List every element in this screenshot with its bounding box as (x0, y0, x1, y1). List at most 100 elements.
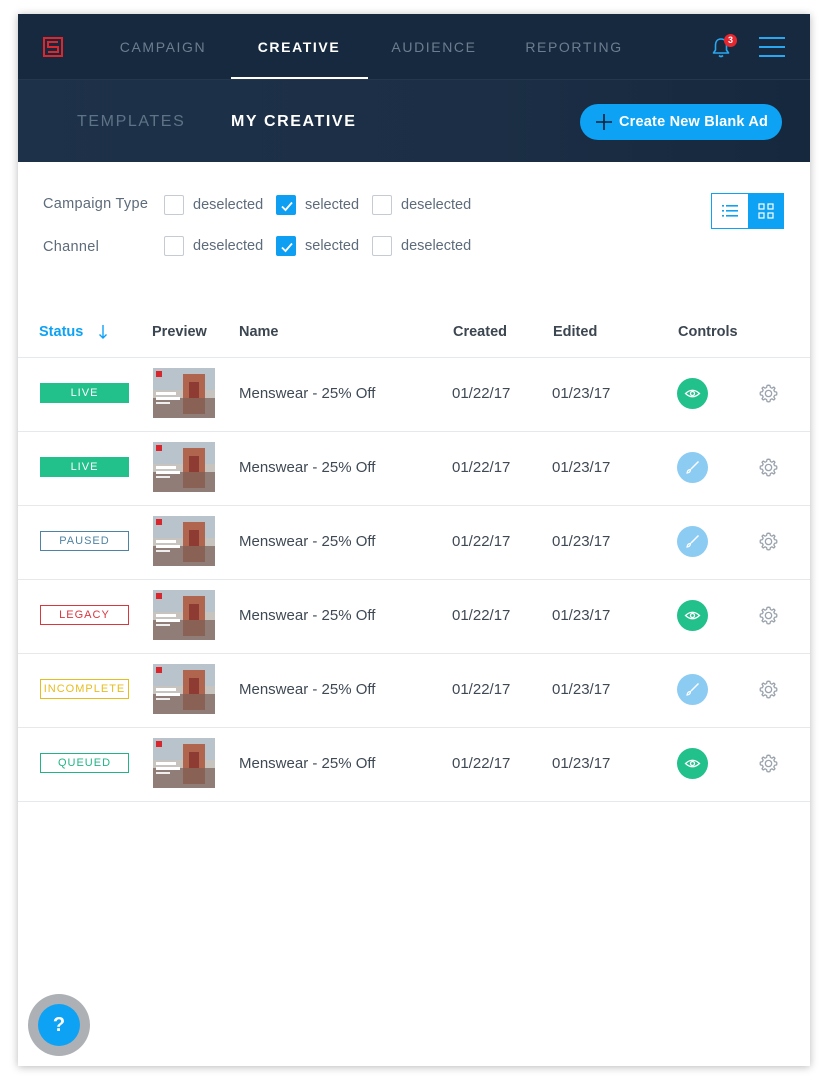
edit-button[interactable] (677, 452, 708, 483)
created-date: 01/22/17 (452, 681, 511, 698)
edited-date: 01/23/17 (552, 681, 611, 698)
gear-icon[interactable] (758, 679, 779, 700)
ad-preview-thumbnail[interactable] (153, 590, 215, 640)
channel-checkbox-3[interactable] (372, 236, 392, 256)
ad-preview-thumbnail[interactable] (153, 664, 215, 714)
table-row[interactable]: INCOMPLETE Menswear - 25% Off 01/22/17 01/2… (18, 653, 810, 727)
table-row[interactable]: LIVE Menswear - 25% Off 01/22/17 01/23/17 (18, 431, 810, 505)
brush-icon (686, 683, 699, 696)
nav-campaign[interactable]: CAMPAIGN (103, 14, 223, 80)
campaign-type-option-1-label: deselected (193, 197, 264, 213)
filter-label-campaign-type: Campaign Type (43, 196, 149, 212)
ad-preview-thumbnail[interactable] (153, 516, 215, 566)
nav-creative[interactable]: CREATIVE (239, 14, 359, 80)
creative-name[interactable]: Menswear - 25% Off (239, 607, 375, 624)
column-header-edited[interactable]: Edited (553, 324, 597, 340)
creative-name[interactable]: Menswear - 25% Off (239, 459, 375, 476)
campaign-type-option-3-label: deselected (401, 197, 472, 213)
edited-date: 01/23/17 (552, 385, 611, 402)
filter-label-channel: Channel (43, 239, 100, 255)
edited-date: 01/23/17 (552, 459, 611, 476)
sort-down-arrow-icon[interactable] (98, 324, 108, 340)
table-row[interactable]: QUEUED Menswear - 25% Off 01/22/17 01/23/17 (18, 727, 810, 801)
edited-date: 01/23/17 (552, 533, 611, 550)
column-header-status[interactable]: Status (39, 324, 83, 340)
gear-icon[interactable] (758, 531, 779, 552)
checkmark-icon (281, 242, 293, 253)
created-date: 01/22/17 (452, 533, 511, 550)
list-view-button[interactable] (712, 194, 748, 228)
column-header-controls: Controls (678, 324, 738, 340)
gear-icon[interactable] (758, 383, 779, 404)
grid-view-button[interactable] (748, 194, 783, 228)
ad-preview-thumbnail[interactable] (153, 368, 215, 418)
brand-logo-icon[interactable] (43, 37, 63, 57)
ad-preview-thumbnail[interactable] (153, 442, 215, 492)
campaign-type-checkbox-2[interactable] (276, 195, 296, 215)
nav-audience[interactable]: AUDIENCE (374, 14, 494, 80)
channel-option-1-label: deselected (193, 238, 264, 254)
edit-button[interactable] (677, 526, 708, 557)
help-button[interactable]: ? (28, 994, 90, 1056)
creative-name[interactable]: Menswear - 25% Off (239, 755, 375, 772)
checkmark-icon (281, 201, 293, 212)
eye-icon (684, 611, 701, 620)
gear-icon[interactable] (758, 753, 779, 774)
gear-icon[interactable] (758, 457, 779, 478)
created-date: 01/22/17 (452, 607, 511, 624)
sub-nav: TEMPLATES MY CREATIVE Create New Blank A… (18, 80, 810, 162)
brush-icon (686, 535, 699, 548)
eye-icon (684, 759, 701, 768)
created-date: 01/22/17 (452, 385, 511, 402)
notification-badge: 3 (724, 34, 737, 47)
creative-name[interactable]: Menswear - 25% Off (239, 385, 375, 402)
brush-icon (686, 461, 699, 474)
active-tab-indicator (231, 77, 368, 79)
help-label: ? (38, 1004, 80, 1046)
view-toggle (711, 193, 784, 229)
gear-icon[interactable] (758, 605, 779, 626)
status-badge: PAUSED (40, 531, 129, 551)
campaign-type-checkbox-1[interactable] (164, 195, 184, 215)
nav-reporting[interactable]: REPORTING (514, 14, 634, 80)
column-header-name[interactable]: Name (239, 324, 279, 340)
column-header-preview: Preview (152, 324, 207, 340)
campaign-type-option-2-label: selected (305, 197, 360, 213)
table-row[interactable]: LIVE Menswear - 25% Off 01/22/17 01/23/17 (18, 357, 810, 431)
preview-button[interactable] (677, 600, 708, 631)
menu-icon[interactable] (759, 36, 785, 58)
table-row[interactable]: PAUSED Menswear - 25% Off 01/22/17 01/23/17 (18, 505, 810, 579)
create-new-blank-ad-button[interactable]: Create New Blank Ad (580, 104, 782, 140)
status-badge: LEGACY (40, 605, 129, 625)
grid-icon (758, 203, 774, 219)
status-badge: INCOMPLETE (40, 679, 129, 699)
table-row[interactable]: LEGACY Menswear - 25% Off 01/22/17 01/23/17 (18, 579, 810, 653)
creative-name[interactable]: Menswear - 25% Off (239, 533, 375, 550)
channel-checkbox-2[interactable] (276, 236, 296, 256)
creative-name[interactable]: Menswear - 25% Off (239, 681, 375, 698)
column-header-created[interactable]: Created (453, 324, 507, 340)
channel-checkbox-1[interactable] (164, 236, 184, 256)
row-divider (18, 801, 810, 802)
created-date: 01/22/17 (452, 755, 511, 772)
created-date: 01/22/17 (452, 459, 511, 476)
channel-option-3-label: deselected (401, 238, 472, 254)
tab-my-creative[interactable]: MY CREATIVE (231, 80, 356, 164)
list-icon (722, 205, 738, 217)
top-nav: CAMPAIGN CREATIVE AUDIENCE REPORTING 3 (18, 14, 810, 80)
status-badge: QUEUED (40, 753, 129, 773)
edited-date: 01/23/17 (552, 755, 611, 772)
edited-date: 01/23/17 (552, 607, 611, 624)
ad-preview-thumbnail[interactable] (153, 738, 215, 788)
create-button-label: Create New Blank Ad (619, 114, 769, 130)
campaign-type-checkbox-3[interactable] (372, 195, 392, 215)
preview-button[interactable] (677, 378, 708, 409)
preview-button[interactable] (677, 748, 708, 779)
plus-icon (596, 114, 612, 130)
app-window: CAMPAIGN CREATIVE AUDIENCE REPORTING 3 T… (18, 14, 810, 1066)
edit-button[interactable] (677, 674, 708, 705)
channel-option-2-label: selected (305, 238, 360, 254)
eye-icon (684, 389, 701, 398)
tab-templates[interactable]: TEMPLATES (77, 80, 185, 164)
status-badge: LIVE (40, 457, 129, 477)
